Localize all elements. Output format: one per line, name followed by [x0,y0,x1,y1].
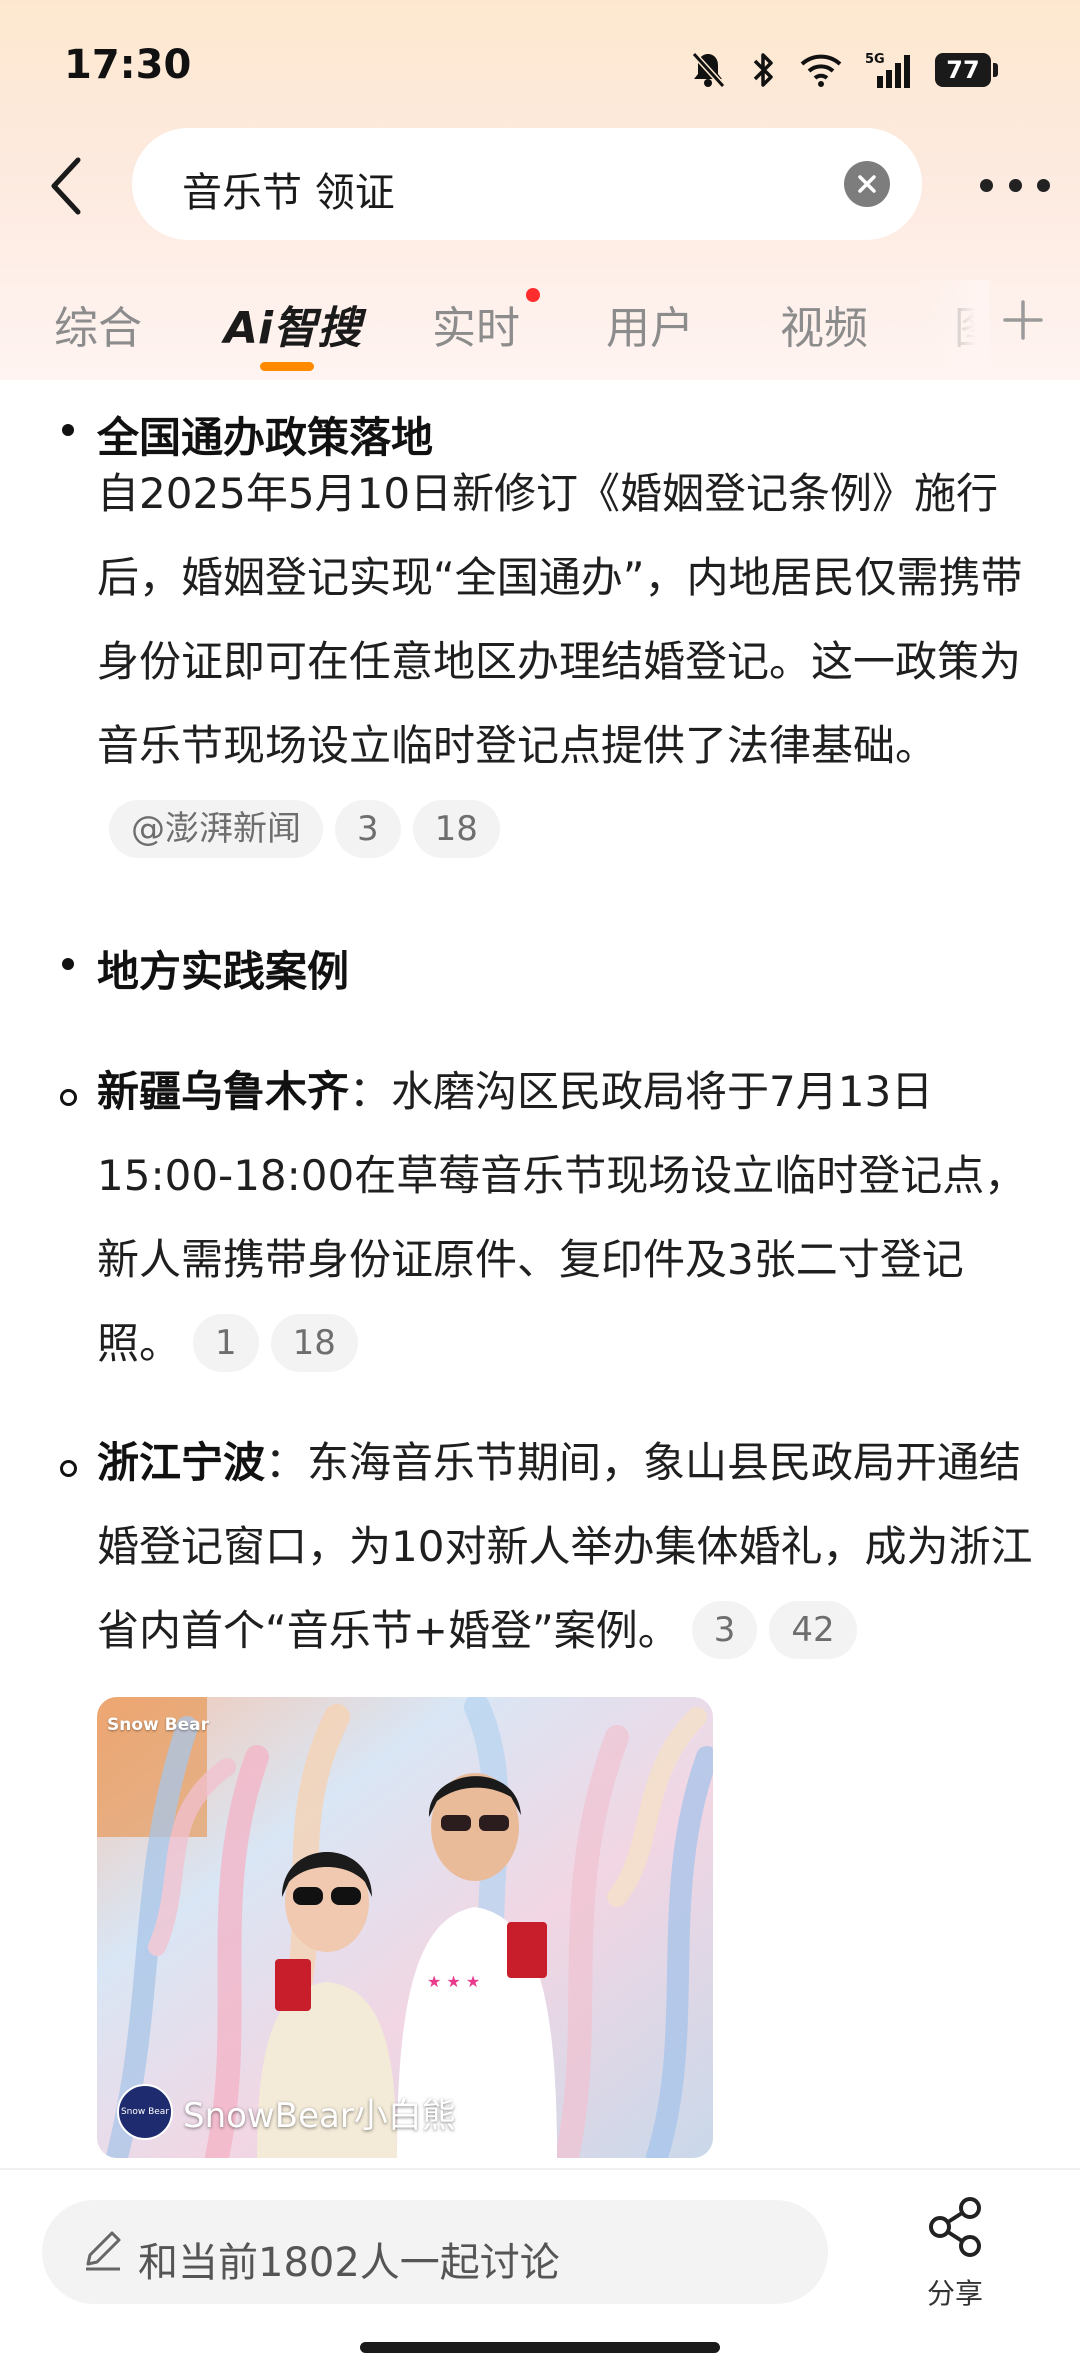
discuss-input[interactable]: 和当前1802人一起讨论 [42,2200,828,2304]
active-tab-indicator [260,362,314,371]
citation-chip[interactable]: 3 [691,1600,758,1659]
mute-bell-icon [689,50,727,90]
case-ningbo-paragraph: 浙江宁波：东海音乐节期间，象山县民政局开通结婚登记窗口，为10对新人举办集体婚礼… [97,1421,1047,1673]
share-label: 分享 [926,2277,983,2310]
section-heading-local-cases: 地方实践案例 [97,947,350,996]
case-urumqi-paragraph: 新疆乌鲁木齐：水磨沟区民政局将于7月13日15:00-18:00在草莓音乐节现场… [97,1050,1047,1386]
policy-text: 自2025年5月10日新修订《婚姻登记条例》施行后，婚姻登记实现“全国通办”，内… [97,469,1023,770]
citation-chip[interactable]: 18 [412,799,500,858]
tab-bar: 综合 Ai智搜 实时 用户 视频 图 [0,280,980,380]
cellular-5g-icon: 5G [865,50,913,90]
bottom-bar: 和当前1802人一起讨论 分享 [0,2168,1080,2380]
pencil-icon [80,2228,124,2276]
battery-level: 77 [935,53,991,87]
svg-text:★ ★ ★: ★ ★ ★ [427,1972,480,1991]
bullet-disc [62,424,74,436]
search-query: 音乐节 领证 [182,170,395,216]
search-input[interactable]: 音乐节 领证 [132,128,922,240]
citation-chip[interactable]: 42 [769,1600,857,1659]
status-time: 17:30 [64,42,192,88]
chevron-left-icon [51,157,81,215]
bullet-disc [62,958,74,970]
wedding-photo[interactable]: ★ ★ ★ Snow Bear Snow Bear SnowBear小白熊 [97,1697,713,2158]
notification-dot [526,288,540,302]
tab-realtime[interactable]: 实时 [432,292,520,356]
policy-paragraph: 自2025年5月10日新修订《婚姻登记条例》施行后，婚姻登记实现“全国通办”，内… [97,452,1047,872]
status-bar: 17:30 5G 77 [0,0,1080,130]
bullet-circle [60,1089,77,1106]
case-ningbo-title: 浙江宁波 [97,1438,266,1487]
tab-comprehensive[interactable]: 综合 [54,292,142,356]
battery-icon: 77 [935,53,998,87]
status-icons: 5G 77 [689,48,998,92]
tab-video[interactable]: 视频 [780,292,868,356]
bluetooth-icon [749,50,777,90]
watermark-bottom: Snow Bear SnowBear小白熊 [117,2084,456,2140]
more-options-button[interactable] [980,160,1050,210]
close-icon [858,175,876,193]
home-indicator[interactable] [360,2342,720,2353]
bullet-circle [60,1460,77,1477]
citation-chip[interactable]: 3 [335,799,401,858]
share-button[interactable]: 分享 [890,2192,1020,2312]
citation-chip[interactable]: 1 [193,1313,259,1372]
watermark-top: Snow Bear [107,1715,209,1735]
add-tab-button[interactable] [998,290,1048,350]
clear-search-button[interactable] [844,161,890,207]
tab-users[interactable]: 用户 [606,292,694,356]
discuss-placeholder: 和当前1802人一起讨论 [138,2240,560,2286]
source-chip[interactable]: @澎湃新闻 [109,799,323,858]
watermark-text: SnowBear小白熊 [183,2095,456,2136]
search-results-content: 全国通办政策落地 自2025年5月10日新修订《婚姻登记条例》施行后，婚姻登记实… [0,380,1080,2168]
snowbear-logo: Snow Bear [117,2084,173,2140]
back-button[interactable] [38,150,94,222]
case-urumqi-title: 新疆乌鲁木齐 [97,1067,350,1116]
wifi-icon [799,52,843,88]
share-icon [926,2196,986,2262]
tab-ai-search[interactable]: Ai智搜 [224,292,361,356]
plus-icon [1003,300,1043,340]
tab-fade [920,280,990,380]
svg-text:5G: 5G [865,52,885,67]
citation-chip[interactable]: 18 [270,1313,358,1372]
